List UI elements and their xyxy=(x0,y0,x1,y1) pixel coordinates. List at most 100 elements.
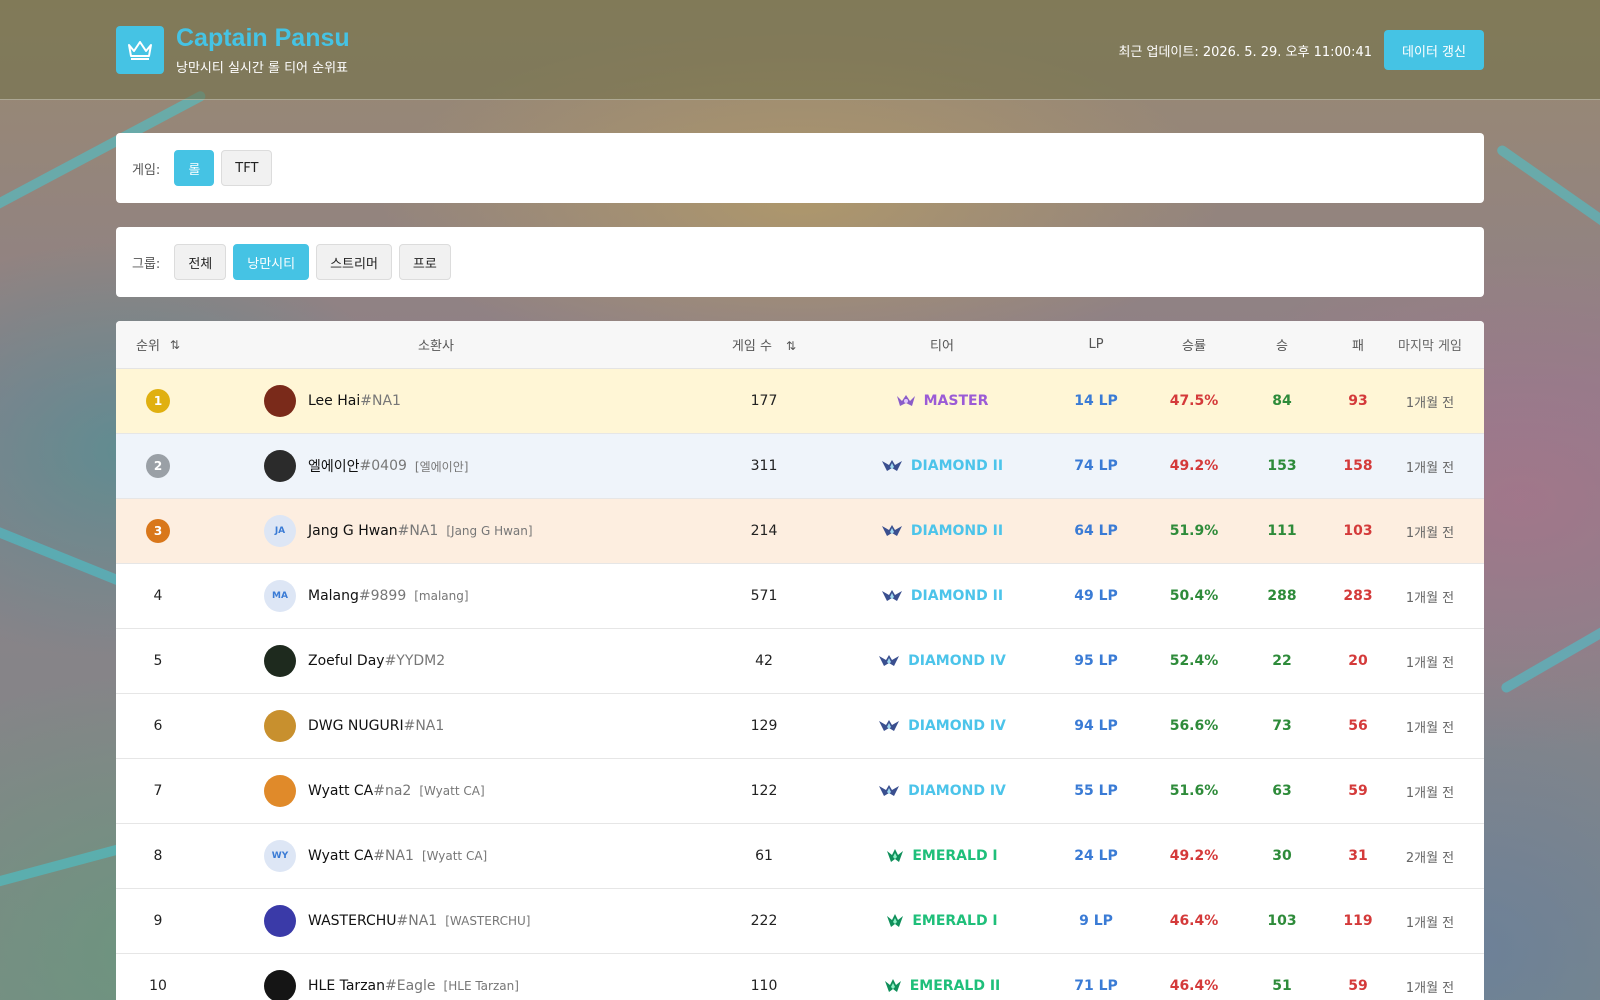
table-row[interactable]: 5 Zoeful Day #YYDM2 42 DIAMOND IV 95 LP 5… xyxy=(116,629,1484,694)
summoner-tag: #NA1 xyxy=(397,523,439,539)
summoner-name[interactable]: Wyatt CA xyxy=(308,848,373,864)
column-games-header[interactable]: 게임 수 ⇅ xyxy=(672,335,856,354)
table-row[interactable]: 1 Lee Hai #NA1 177 MASTER 14 LP 47.5% 84 … xyxy=(116,369,1484,434)
table-row[interactable]: 10 HLE Tarzan #Eagle [HLE Tarzan] 110 EME… xyxy=(116,954,1484,1000)
emerald-icon xyxy=(886,848,904,864)
ranking-table: 순위 ⇅ 소환사 게임 수 ⇅ 티어 LP 승률 승 패 마지막 게임 1 Le… xyxy=(116,321,1484,1000)
summoner-tag: #0409 xyxy=(359,458,407,474)
rank-value: 5 xyxy=(153,653,163,669)
lp-cell: 24 LP xyxy=(1074,848,1118,864)
wins-cell: 103 xyxy=(1267,913,1297,929)
group-filter-streamer[interactable]: 스트리머 xyxy=(316,244,392,280)
tier-cell: MASTER xyxy=(856,393,1028,409)
group-filter-pro[interactable]: 프로 xyxy=(398,244,451,280)
game-filter-tft[interactable]: TFT xyxy=(221,150,273,186)
last-game-cell: 1개월 전 xyxy=(1405,785,1455,801)
table-row[interactable]: 9 WASTERCHU #NA1 [WASTERCHU] 222 EMERALD … xyxy=(116,889,1484,954)
wins-cell: 63 xyxy=(1272,783,1292,799)
tier-cell: DIAMOND II xyxy=(856,523,1028,539)
winrate-cell: 46.4% xyxy=(1169,913,1219,929)
game-filter-panel: 게임: 롤 TFT xyxy=(116,133,1484,203)
summoner-name[interactable]: 엘에이안 xyxy=(308,456,360,476)
summoner-alias: [엘에이안] xyxy=(414,459,469,474)
table-row[interactable]: 7 Wyatt CA #na2 [Wyatt CA] 122 DIAMOND IV… xyxy=(116,759,1484,824)
group-filter-romancity[interactable]: 낭만시티 xyxy=(233,244,310,280)
losses-cell: 56 xyxy=(1348,718,1368,734)
winrate-cell: 46.4% xyxy=(1169,978,1219,994)
summoner-cell: JA Jang G Hwan #NA1 [Jang G Hwan] xyxy=(200,515,672,547)
last-game-cell: 1개월 전 xyxy=(1405,915,1455,931)
summoner-name[interactable]: Lee Hai xyxy=(308,393,360,409)
rank-value: 8 xyxy=(153,848,163,864)
losses-cell: 158 xyxy=(1343,458,1373,474)
sort-icon[interactable]: ⇅ xyxy=(786,339,796,353)
column-rank-header[interactable]: 순위 ⇅ xyxy=(116,335,200,355)
rank-cell: 7 xyxy=(116,783,200,799)
summoner-cell: WY Wyatt CA #NA1 [Wyatt CA] xyxy=(200,840,672,872)
wins-cell: 288 xyxy=(1267,588,1297,604)
rank-value: 7 xyxy=(153,783,163,799)
avatar: WY xyxy=(264,840,296,872)
summoner-cell: DWG NUGURI #NA1 xyxy=(200,710,672,742)
summoner-name[interactable]: Zoeful Day xyxy=(308,653,385,669)
summoner-alias: [malang] xyxy=(414,589,469,603)
emerald-icon xyxy=(886,913,904,929)
sort-icon[interactable]: ⇅ xyxy=(170,338,180,352)
game-filter-label: 게임: xyxy=(132,162,161,178)
winrate-cell: 47.5% xyxy=(1169,393,1219,409)
summoner-alias: [Wyatt CA] xyxy=(421,849,488,863)
last-game-cell: 1개월 전 xyxy=(1405,720,1455,736)
last-game-cell: 1개월 전 xyxy=(1405,525,1455,541)
diamond-icon xyxy=(878,719,900,733)
games-cell: 222 xyxy=(750,913,778,929)
lp-cell: 74 LP xyxy=(1074,458,1118,474)
refresh-data-button[interactable]: 데이터 갱신 xyxy=(1384,30,1484,70)
last-game-cell: 1개월 전 xyxy=(1405,395,1455,411)
summoner-name[interactable]: Jang G Hwan xyxy=(308,523,398,539)
app-title: Captain Pansu xyxy=(176,24,350,52)
diamond-icon xyxy=(881,589,903,603)
tier-cell: EMERALD I xyxy=(856,848,1028,864)
tier-name: DIAMOND IV xyxy=(908,718,1006,734)
tier-cell: DIAMOND IV xyxy=(856,653,1028,669)
losses-cell: 103 xyxy=(1343,523,1373,539)
lp-cell: 64 LP xyxy=(1074,523,1118,539)
tier-cell: DIAMOND II xyxy=(856,458,1028,474)
table-row[interactable]: 6 DWG NUGURI #NA1 129 DIAMOND IV 94 LP 56… xyxy=(116,694,1484,759)
winrate-cell: 51.9% xyxy=(1169,523,1219,539)
column-winrate-header: 승률 xyxy=(1182,339,1206,354)
last-game-cell: 2개월 전 xyxy=(1405,850,1455,866)
wins-cell: 51 xyxy=(1272,978,1292,994)
games-cell: 177 xyxy=(750,393,778,409)
app-header: Captain Pansu 낭만시티 실시간 롤 티어 순위표 최근 업데이트:… xyxy=(0,0,1600,100)
summoner-name[interactable]: Wyatt CA xyxy=(308,783,373,799)
summoner-name[interactable]: WASTERCHU xyxy=(308,913,397,929)
lp-cell: 95 LP xyxy=(1074,653,1118,669)
table-body: 1 Lee Hai #NA1 177 MASTER 14 LP 47.5% 84 … xyxy=(116,369,1484,1000)
group-filter-panel: 그룹: 전체 낭만시티 스트리머 프로 xyxy=(116,227,1484,297)
rank-medal: 1 xyxy=(146,389,170,413)
summoner-cell: WASTERCHU #NA1 [WASTERCHU] xyxy=(200,905,672,937)
table-row[interactable]: 3 JA Jang G Hwan #NA1 [Jang G Hwan] 214 D… xyxy=(116,499,1484,564)
tier-name: EMERALD I xyxy=(912,848,998,864)
table-row[interactable]: 2 엘에이안 #0409 [엘에이안] 311 DIAMOND II 74 LP … xyxy=(116,434,1484,499)
group-filter-all[interactable]: 전체 xyxy=(174,244,227,280)
table-row[interactable]: 8 WY Wyatt CA #NA1 [Wyatt CA] 61 EMERALD … xyxy=(116,824,1484,889)
rank-cell: 4 xyxy=(116,588,200,604)
tier-name: DIAMOND IV xyxy=(908,783,1006,799)
wins-cell: 73 xyxy=(1272,718,1292,734)
summoner-name[interactable]: DWG NUGURI xyxy=(308,718,404,734)
summoner-alias: [HLE Tarzan] xyxy=(443,979,519,993)
diamond-icon xyxy=(881,524,903,538)
games-cell: 571 xyxy=(750,588,778,604)
diamond-icon xyxy=(881,459,903,473)
rank-value: 4 xyxy=(153,588,163,604)
avatar: JA xyxy=(264,515,296,547)
summoner-name[interactable]: HLE Tarzan xyxy=(308,978,385,994)
tier-cell: EMERALD I xyxy=(856,913,1028,929)
table-row[interactable]: 4 MA Malang #9899 [malang] 571 DIAMOND II… xyxy=(116,564,1484,629)
game-filter-lol[interactable]: 롤 xyxy=(174,150,215,186)
summoner-name[interactable]: Malang xyxy=(308,588,359,604)
losses-cell: 20 xyxy=(1348,653,1368,669)
summoner-tag: #YYDM2 xyxy=(384,653,446,669)
